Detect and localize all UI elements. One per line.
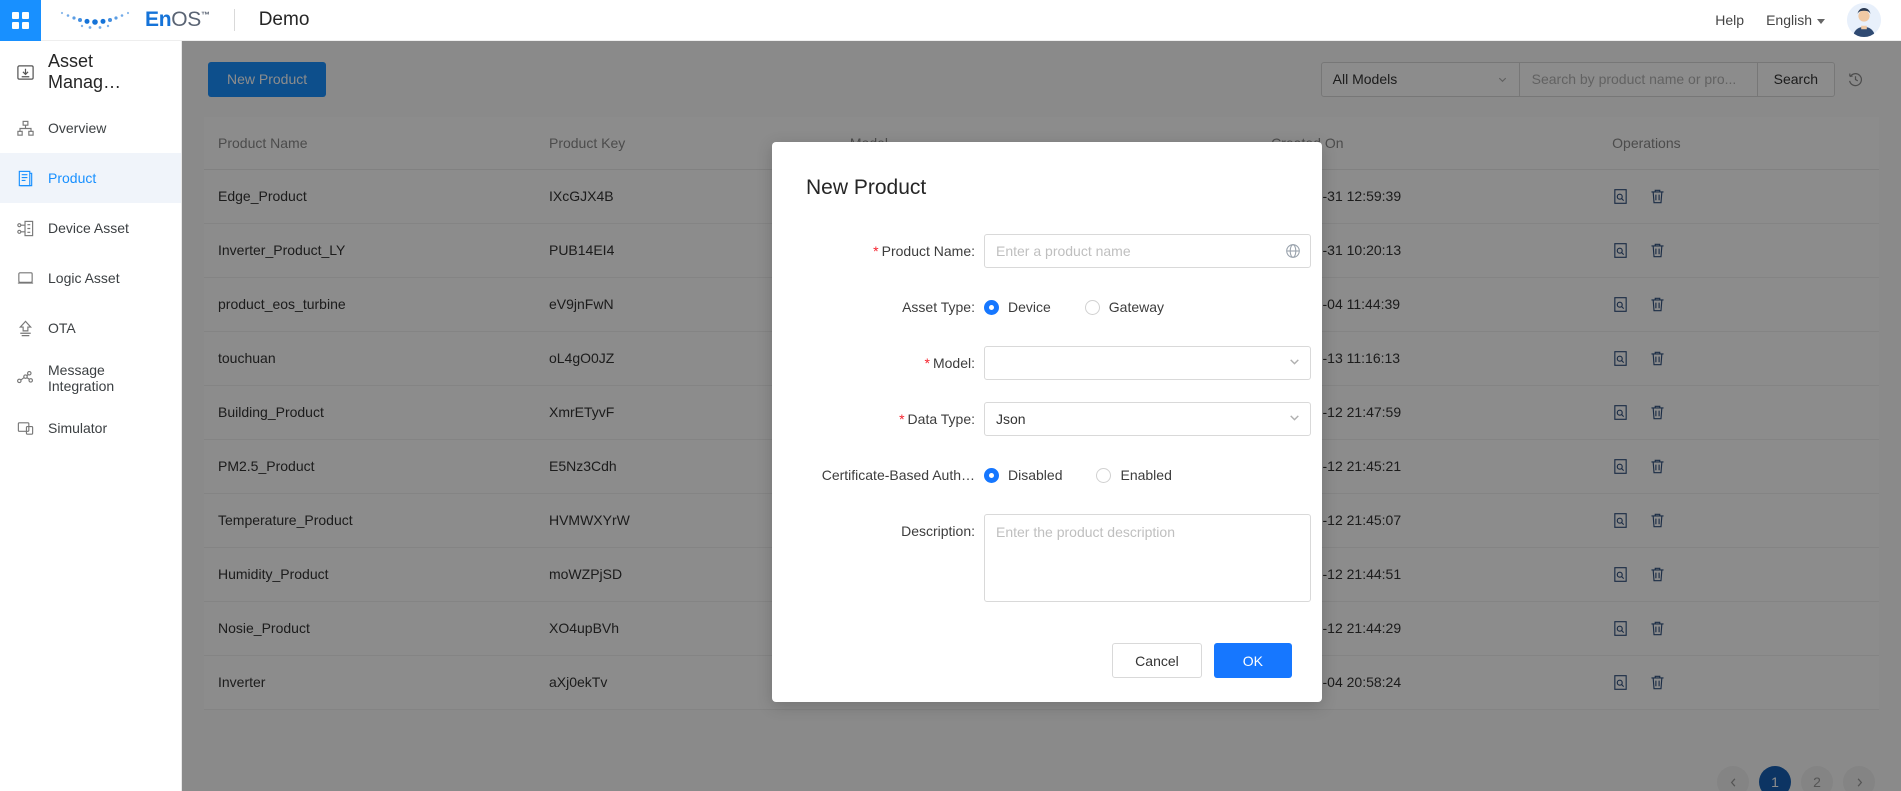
cert-auth-radio-disabled[interactable]: Disabled [984, 467, 1062, 483]
required-asterisk: * [924, 355, 930, 371]
page-title: Demo [258, 9, 310, 30]
radio-label: Enabled [1120, 467, 1172, 483]
sidebar-item-device-asset[interactable]: Device Asset [0, 203, 181, 253]
sidebar-item-simulator[interactable]: Simulator [0, 403, 181, 453]
description-textarea[interactable] [984, 514, 1311, 602]
radio-label: Gateway [1108, 299, 1165, 315]
enos-wordmark-os: OS [171, 8, 201, 31]
sidebar-item-label: Device Asset [48, 220, 129, 236]
header-actions: Help English [1715, 3, 1901, 37]
sidebar-item-label: OTA [48, 320, 76, 336]
cert-auth-control: Disabled Enabled [984, 458, 1292, 492]
top-header-bar: EnOS™ Demo Help English [0, 0, 1901, 41]
product-name-control [984, 234, 1311, 268]
model-select[interactable] [984, 346, 1311, 380]
sidebar-item-ota[interactable]: OTA [0, 303, 181, 353]
language-label: English [1766, 12, 1812, 28]
required-asterisk: * [899, 411, 905, 427]
application-window: EnOS™ Demo Help English Asset Manag… Ove… [0, 0, 1901, 791]
share-nodes-icon [17, 370, 34, 383]
sidebar-item-label: Overview [48, 120, 107, 136]
form-row-cert-auth: Certificate-Based Auth… Disabled Enabled [802, 458, 1292, 492]
asset-type-radio-device[interactable]: Device [984, 299, 1051, 315]
logic-asset-icon [17, 271, 34, 284]
required-asterisk: * [873, 243, 879, 259]
asset-type-label: Asset Type: [902, 299, 975, 315]
product-name-label: * Product Name: [873, 243, 975, 259]
ok-button[interactable]: OK [1213, 643, 1292, 678]
sidebar-heading-label: Asset Manag… [48, 51, 122, 92]
device-asset-icon [17, 220, 34, 236]
header-divider [233, 9, 235, 31]
form-row-asset-type: Asset Type: Device Gateway [802, 290, 1292, 324]
enos-wordmark-en: En [145, 8, 172, 31]
simulator-icon [17, 421, 34, 435]
app-switcher-button[interactable] [0, 0, 41, 41]
sidebar-item-product[interactable]: Product [0, 153, 181, 203]
sidebar-navigation: Asset Manag… Overview Product Device Ass… [0, 41, 182, 791]
sidebar-item-label: Message Integration [48, 362, 115, 394]
document-icon [18, 170, 33, 186]
avatar[interactable] [1847, 3, 1881, 37]
radio-selected-icon [984, 299, 999, 315]
new-product-dialog: New Product *Product Name: Asset Type: D… [772, 142, 1322, 702]
sidebar-item-logic-asset[interactable]: Logic Asset [0, 253, 181, 303]
dialog-actions: Cancel OK [802, 643, 1292, 678]
radio-unselected-icon [1084, 299, 1100, 315]
brand-logo: EnOS™ Demo [57, 8, 309, 32]
cert-auth-label: Certificate-Based Auth… [821, 467, 975, 483]
grid-waffle-icon [12, 11, 29, 29]
sidebar-item-label: Product [48, 170, 97, 186]
description-label: Description: [901, 523, 975, 539]
asset-type-radio-gateway[interactable]: Gateway [1084, 299, 1165, 315]
data-type-label: * Data Type: [899, 411, 975, 427]
asset-type-radio-group: Device Gateway [984, 290, 1292, 324]
upload-arrow-icon [18, 320, 33, 336]
form-row-model: * Model: [802, 346, 1311, 380]
form-row-data-type: * Data Type: Json [802, 402, 1311, 436]
sidebar-item-message-integration[interactable]: Message Integration [0, 353, 181, 403]
sidebar-item-label: Logic Asset [48, 270, 120, 286]
trademark-symbol: ™ [201, 10, 210, 20]
model-label: * Model: [924, 355, 975, 371]
enos-wordmark: EnOS™ [145, 8, 210, 32]
model-control [984, 346, 1311, 380]
cert-auth-radio-enabled[interactable]: Enabled [1096, 467, 1172, 483]
cert-auth-radio-group: Disabled Enabled [984, 458, 1292, 492]
radio-label: Disabled [1008, 467, 1063, 483]
radio-label: Device [1008, 299, 1051, 315]
asset-management-icon [17, 64, 34, 80]
hierarchy-icon [17, 120, 34, 136]
help-link[interactable]: Help [1715, 12, 1744, 28]
dialog-title: New Product [806, 176, 927, 199]
description-control [984, 514, 1311, 607]
data-type-control: Json [984, 402, 1311, 436]
radio-selected-icon [984, 467, 999, 483]
form-row-product-name: * Product Name: [802, 234, 1311, 268]
cancel-button[interactable]: Cancel [1112, 643, 1202, 678]
sidebar-heading: Asset Manag… [0, 41, 181, 103]
language-selector[interactable]: English [1766, 12, 1825, 28]
data-type-select-value: Json [996, 411, 1026, 427]
asset-type-control: Device Gateway [984, 290, 1292, 324]
radio-unselected-icon [1096, 467, 1112, 483]
enos-swoosh-icon [60, 11, 130, 29]
data-type-select[interactable]: Json [984, 402, 1311, 436]
sidebar-item-overview[interactable]: Overview [0, 103, 181, 153]
form-row-description: Description: [802, 514, 1311, 607]
sidebar-item-label: Simulator [48, 420, 108, 436]
chevron-down-icon [1817, 18, 1825, 24]
product-name-input[interactable] [984, 234, 1311, 268]
